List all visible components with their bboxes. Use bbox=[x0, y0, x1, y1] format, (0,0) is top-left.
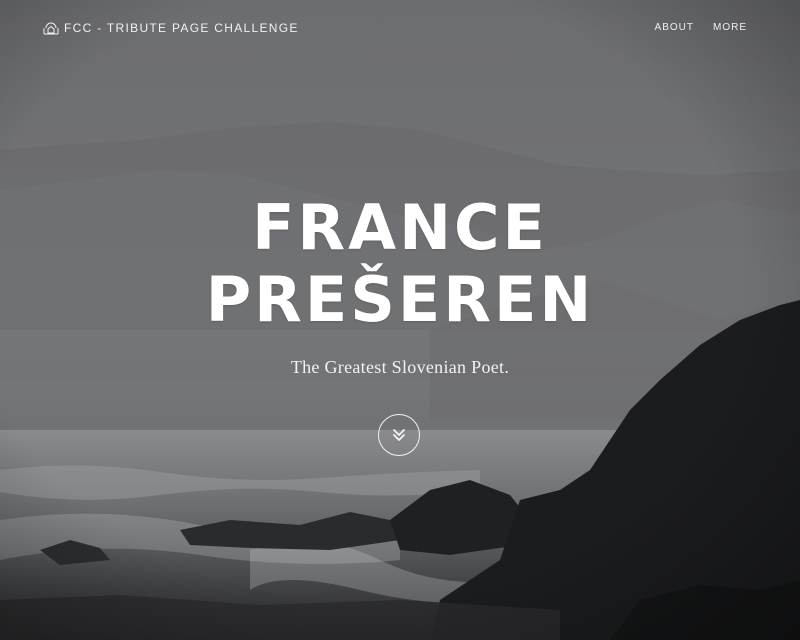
home-icon bbox=[43, 22, 59, 34]
nav-links: ABOUT MORE bbox=[655, 22, 747, 33]
brand-link[interactable]: FCC - TRIBUTE PAGE CHALLENGE bbox=[43, 20, 299, 36]
scroll-down-button[interactable] bbox=[378, 414, 420, 456]
hero-subtitle: The Greatest Slovenian Poet. bbox=[290, 357, 510, 377]
hero-title: FRANCE PREŠEREN bbox=[0, 192, 800, 336]
hero-section: FCC - TRIBUTE PAGE CHALLENGE ABOUT MORE … bbox=[0, 0, 800, 640]
hero-title-line-1: FRANCE bbox=[252, 191, 548, 264]
brand-text: FCC - TRIBUTE PAGE CHALLENGE bbox=[64, 21, 299, 35]
chevrons-down-icon bbox=[393, 429, 405, 441]
top-navbar: FCC - TRIBUTE PAGE CHALLENGE ABOUT MORE bbox=[0, 0, 800, 56]
hero-title-line-2: PREŠEREN bbox=[205, 263, 595, 336]
nav-link-more[interactable]: MORE bbox=[713, 22, 747, 33]
nav-link-about[interactable]: ABOUT bbox=[655, 22, 694, 33]
